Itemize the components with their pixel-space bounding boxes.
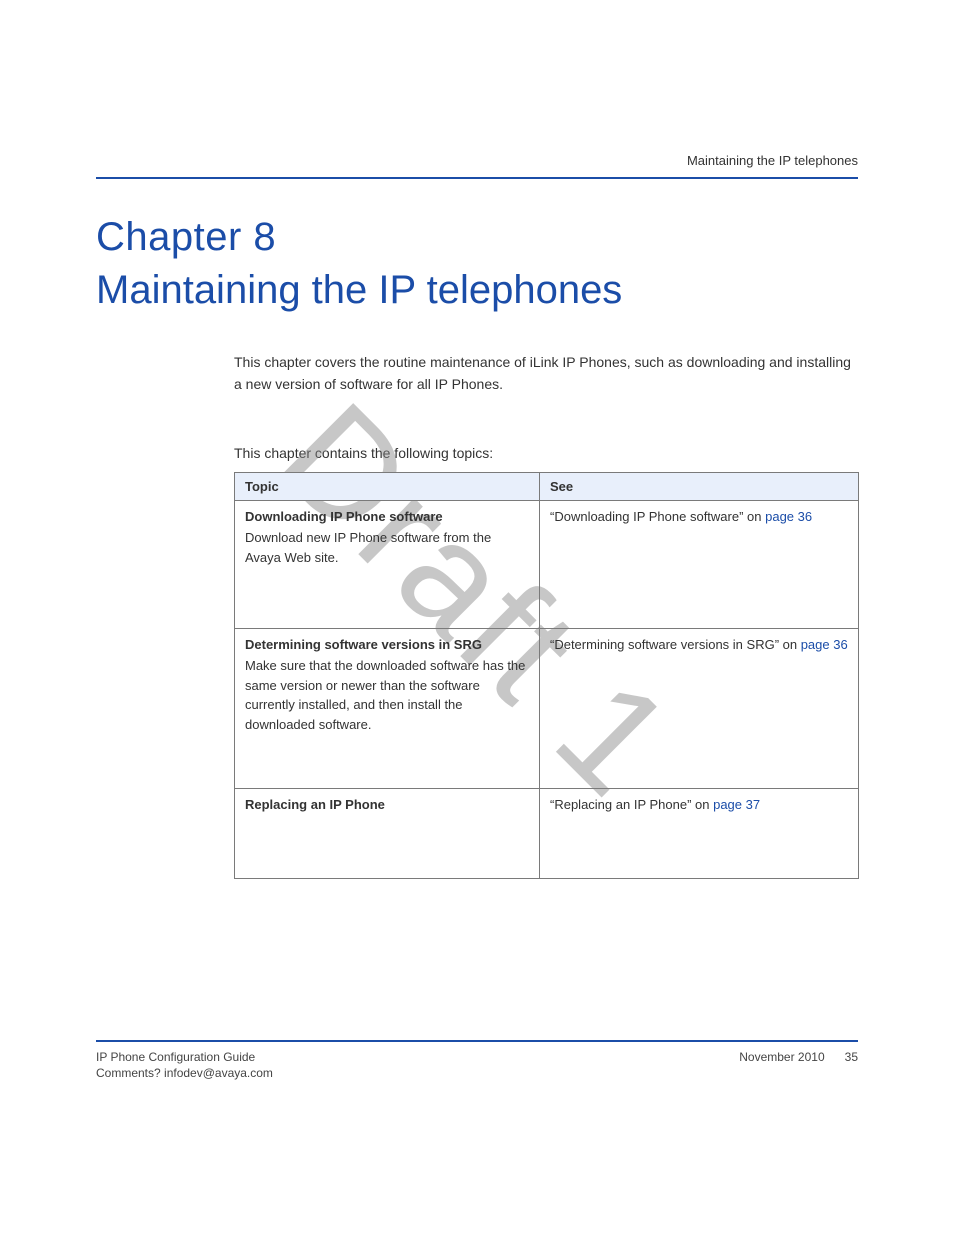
topics-table: Topic See Downloading IP Phone software … <box>234 472 858 879</box>
topic-title: Replacing an IP Phone <box>245 797 529 812</box>
see-cell: “Downloading IP Phone software” on page … <box>540 501 859 629</box>
top-rule <box>96 177 858 179</box>
topic-title: Determining software versions in SRG <box>245 637 529 652</box>
col-header-see: See <box>540 473 859 501</box>
topic-cell: Replacing an IP Phone <box>235 789 540 879</box>
footer-comments[interactable]: Comments? infodev@avaya.com <box>96 1066 273 1080</box>
footer-date: November 2010 <box>739 1050 824 1064</box>
see-text: “Downloading IP Phone software” on <box>550 509 765 524</box>
topic-body: Download new IP Phone software from the … <box>245 528 529 567</box>
footer-page-number: 35 <box>845 1050 858 1064</box>
page-link[interactable]: page 37 <box>713 797 760 812</box>
see-text: “Replacing an IP Phone” on <box>550 797 713 812</box>
running-head: Maintaining the IP telephones <box>687 153 858 168</box>
page-link[interactable]: page 36 <box>801 637 848 652</box>
col-header-topic: Topic <box>235 473 540 501</box>
intro-paragraph: This chapter covers the routine maintena… <box>234 352 858 395</box>
topic-cell: Determining software versions in SRG Mak… <box>235 629 540 789</box>
chapter-title: Maintaining the IP telephones <box>96 268 622 313</box>
footer-doc-title: IP Phone Configuration Guide <box>96 1050 255 1064</box>
table-header-row: Topic See <box>235 473 859 501</box>
table-row: Determining software versions in SRG Mak… <box>235 629 859 789</box>
chapter-label: Chapter 8 <box>96 215 276 260</box>
topic-body: Make sure that the downloaded software h… <box>245 656 529 734</box>
table-row: Replacing an IP Phone “Replacing an IP P… <box>235 789 859 879</box>
table-row: Downloading IP Phone software Download n… <box>235 501 859 629</box>
topic-title: Downloading IP Phone software <box>245 509 529 524</box>
bottom-rule <box>96 1040 858 1042</box>
see-text: “Determining software versions in SRG” o… <box>550 637 801 652</box>
page-link[interactable]: page 36 <box>765 509 812 524</box>
topic-cell: Downloading IP Phone software Download n… <box>235 501 540 629</box>
footer: IP Phone Configuration Guide November 20… <box>96 1050 858 1080</box>
see-cell: “Determining software versions in SRG” o… <box>540 629 859 789</box>
see-cell: “Replacing an IP Phone” on page 37 <box>540 789 859 879</box>
